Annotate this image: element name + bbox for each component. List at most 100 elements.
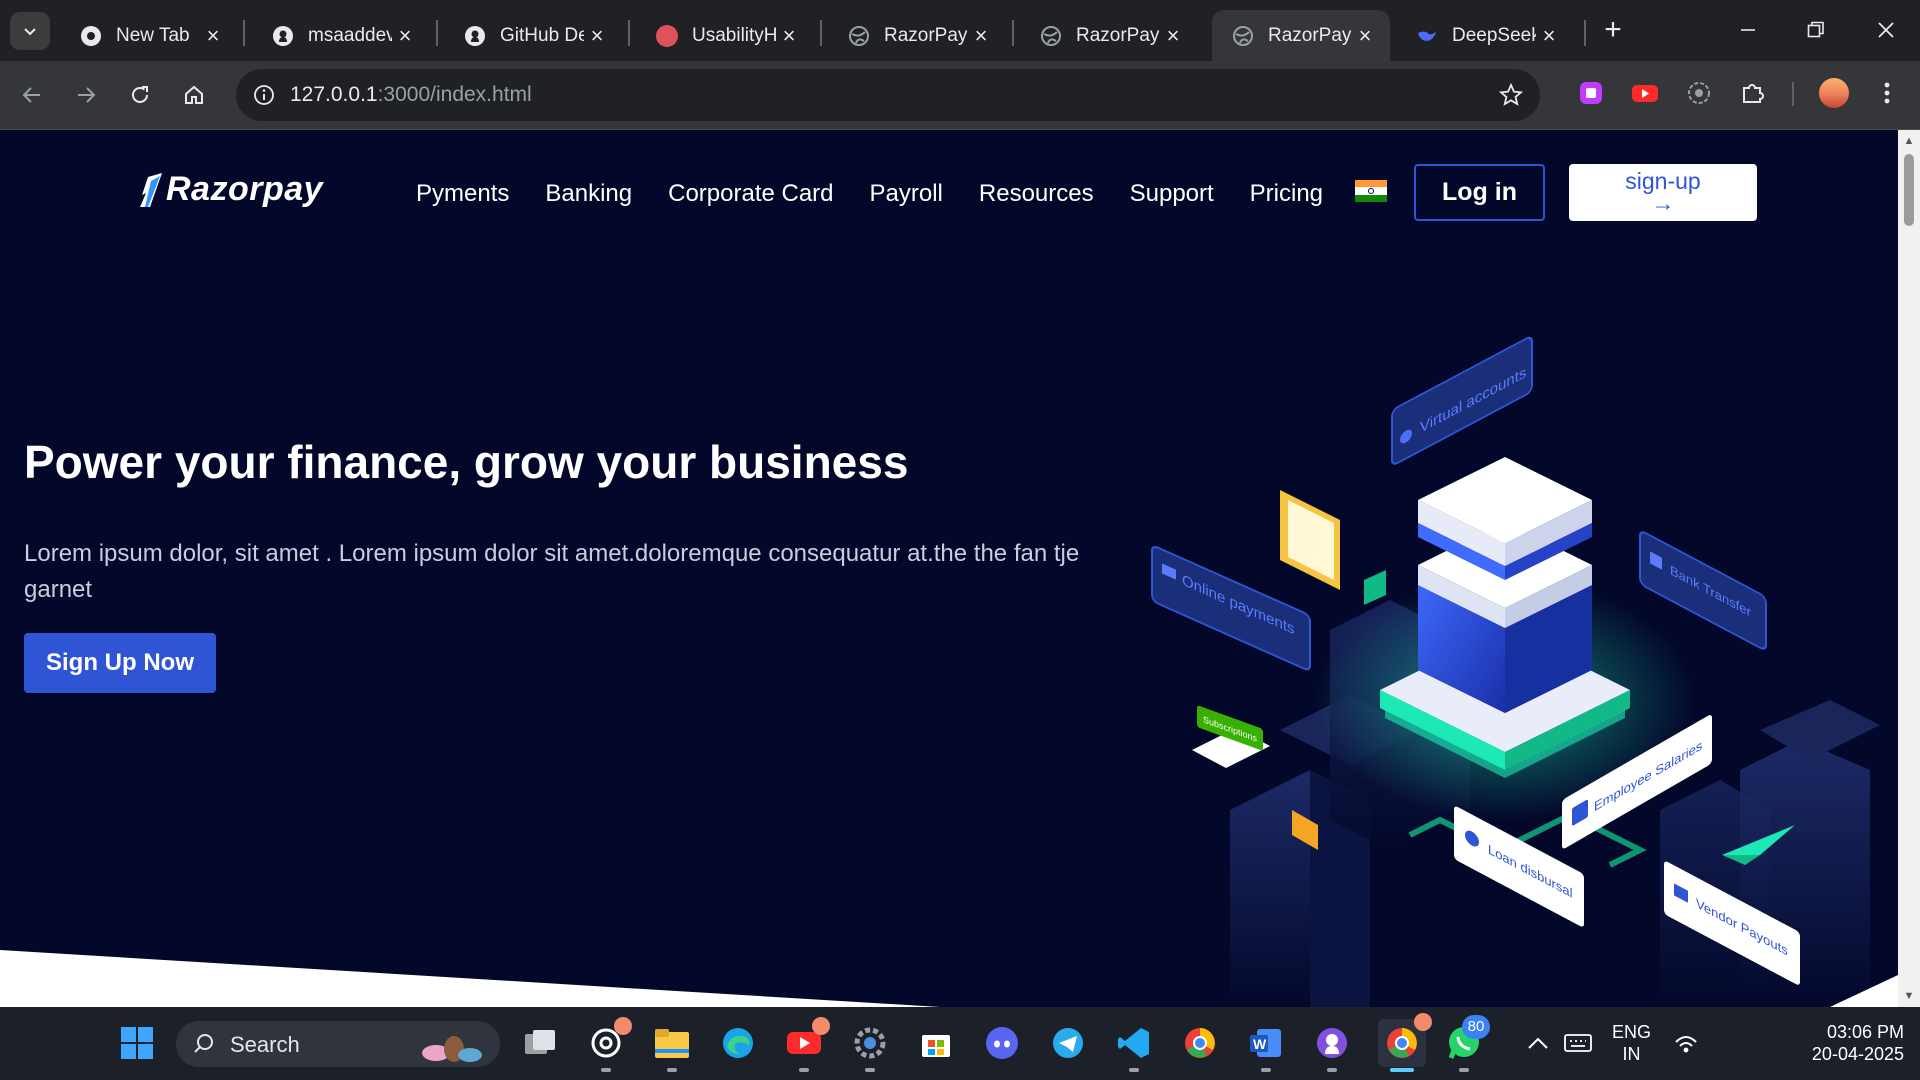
scroll-down-icon[interactable]: ▼	[1902, 989, 1916, 1003]
tab-title: DeepSeek	[1452, 24, 1536, 46]
youtube-icon	[1632, 85, 1658, 102]
tab-divider	[436, 20, 438, 46]
scroll-up-icon[interactable]: ▲	[1902, 134, 1916, 148]
restore-button[interactable]	[1796, 12, 1836, 48]
bookmark-button[interactable]	[1496, 80, 1526, 110]
vscode-app[interactable]	[1114, 1023, 1154, 1072]
github-icon	[272, 25, 294, 47]
edge-icon	[723, 1028, 753, 1058]
razorpay-logo[interactable]: Razorpay	[138, 170, 323, 209]
task-view-button[interactable]	[520, 1023, 560, 1063]
nav-link-pricing[interactable]: Pricing	[1250, 180, 1323, 208]
vscode-icon	[1118, 1028, 1149, 1058]
scrollbar-thumb[interactable]	[1904, 154, 1914, 226]
main-nav: Pyments Banking Corporate Card Payroll R…	[416, 180, 1359, 208]
close-tab-icon[interactable]: ×	[584, 23, 610, 49]
close-tab-icon[interactable]: ×	[1536, 23, 1562, 49]
forward-button[interactable]	[68, 77, 104, 113]
close-window-button[interactable]	[1866, 12, 1906, 48]
quick-settings-button[interactable]	[1672, 1023, 1712, 1063]
tab-deepseek[interactable]: DeepSeek ×	[1396, 10, 1574, 61]
close-tab-icon[interactable]: ×	[200, 23, 226, 49]
nav-link-banking[interactable]: Banking	[545, 180, 632, 208]
taskbar-search[interactable]: Search	[176, 1021, 500, 1067]
file-explorer-app[interactable]	[652, 1023, 692, 1072]
globe-icon	[1232, 25, 1254, 47]
logo-text: Razorpay	[166, 170, 324, 208]
nav-link-payments[interactable]: Pyments	[416, 180, 509, 208]
tab-title: GitHub De	[500, 24, 584, 46]
globe-icon	[1040, 25, 1062, 47]
reload-icon	[132, 86, 148, 103]
start-button[interactable]	[117, 1023, 157, 1063]
nav-link-resources[interactable]: Resources	[979, 180, 1094, 208]
minimize-button[interactable]	[1728, 12, 1768, 48]
signup-button[interactable]: sign-up →	[1569, 164, 1757, 221]
nav-link-corporate-card[interactable]: Corporate Card	[668, 180, 833, 208]
tab-github-de[interactable]: GitHub De ×	[444, 10, 622, 61]
nav-link-support[interactable]: Support	[1130, 180, 1214, 208]
address-bar[interactable]: 127.0.0.1:3000/index.html	[236, 69, 1540, 121]
whatsapp-app[interactable]: 80	[1444, 1015, 1490, 1072]
sign-up-now-button[interactable]: Sign Up Now	[24, 633, 216, 693]
windows-icon	[121, 1027, 153, 1059]
github-icon	[464, 25, 486, 47]
clock[interactable]: 03:06 PM 20-04-2025	[1794, 1021, 1904, 1065]
new-tab-button[interactable]: +	[1598, 15, 1628, 46]
running-indicator	[799, 1068, 809, 1072]
telegram-app[interactable]	[1048, 1023, 1088, 1063]
arrow-right-icon	[78, 87, 96, 103]
youtube-app[interactable]	[784, 1017, 830, 1072]
close-tab-icon[interactable]: ×	[392, 23, 418, 49]
close-tab-icon[interactable]: ×	[776, 23, 802, 49]
deepseek-icon	[1416, 25, 1438, 47]
discord-app[interactable]	[982, 1023, 1022, 1063]
tab-usabilityhub[interactable]: UsabilityH ×	[636, 10, 814, 61]
time-text: 03:06 PM	[1826, 1022, 1904, 1042]
close-tab-icon[interactable]: ×	[968, 23, 994, 49]
github-icon	[1317, 1028, 1347, 1058]
show-hidden-icons-button[interactable]	[1518, 1023, 1558, 1063]
tab-razorpay-2[interactable]: RazorPay ×	[1020, 10, 1198, 61]
browser-menu-button[interactable]	[1872, 78, 1902, 108]
login-button[interactable]: Log in	[1414, 164, 1545, 221]
task-view-icon	[525, 1030, 555, 1054]
nav-link-payroll[interactable]: Payroll	[870, 180, 943, 208]
tab-title: New Tab	[116, 24, 190, 46]
india-flag-icon[interactable]	[1355, 180, 1387, 202]
page-scrollbar[interactable]: ▲ ▼	[1898, 130, 1920, 1007]
youtube-extension-button[interactable]	[1630, 78, 1660, 108]
reload-button[interactable]	[122, 77, 158, 113]
running-indicator	[601, 1068, 611, 1072]
edge-app[interactable]	[718, 1023, 758, 1063]
language-indicator[interactable]: ENG IN	[1612, 1021, 1651, 1065]
minimize-icon	[1741, 29, 1755, 31]
github-desktop-app[interactable]	[1312, 1023, 1352, 1072]
tab-divider	[1012, 20, 1014, 46]
close-tab-icon[interactable]: ×	[1160, 23, 1186, 49]
url-path: :3000/index.html	[377, 83, 532, 106]
chatgpt-app[interactable]	[586, 1017, 632, 1072]
home-button[interactable]	[176, 77, 212, 113]
tab-msaaddev[interactable]: msaaddev/ ×	[252, 10, 430, 61]
extension-purple-button[interactable]	[1576, 78, 1606, 108]
back-button[interactable]	[14, 77, 50, 113]
close-tab-icon[interactable]: ×	[1352, 23, 1378, 49]
chrome-app-active[interactable]	[1378, 1013, 1432, 1072]
extensions-button[interactable]	[1738, 78, 1768, 108]
settings-app[interactable]	[850, 1023, 890, 1072]
tab-razorpay-1[interactable]: RazorPay ×	[828, 10, 1006, 61]
word-app[interactable]: W	[1246, 1023, 1286, 1072]
record-icon	[1688, 82, 1710, 104]
tab-razorpay-active[interactable]: RazorPay ×	[1212, 10, 1390, 61]
site-info-button[interactable]	[248, 79, 280, 111]
chrome-app[interactable]	[1180, 1023, 1220, 1063]
tab-new-tab[interactable]: New Tab ×	[60, 10, 238, 61]
microsoft-store-app[interactable]	[916, 1023, 956, 1063]
profile-avatar[interactable]	[1818, 77, 1850, 109]
tab-search-button[interactable]	[10, 12, 50, 50]
avatar-icon	[1819, 78, 1849, 108]
touch-keyboard-button[interactable]	[1558, 1023, 1598, 1063]
record-extension-button[interactable]	[1684, 78, 1714, 108]
hero-title: Power your finance, grow your business	[24, 436, 909, 488]
